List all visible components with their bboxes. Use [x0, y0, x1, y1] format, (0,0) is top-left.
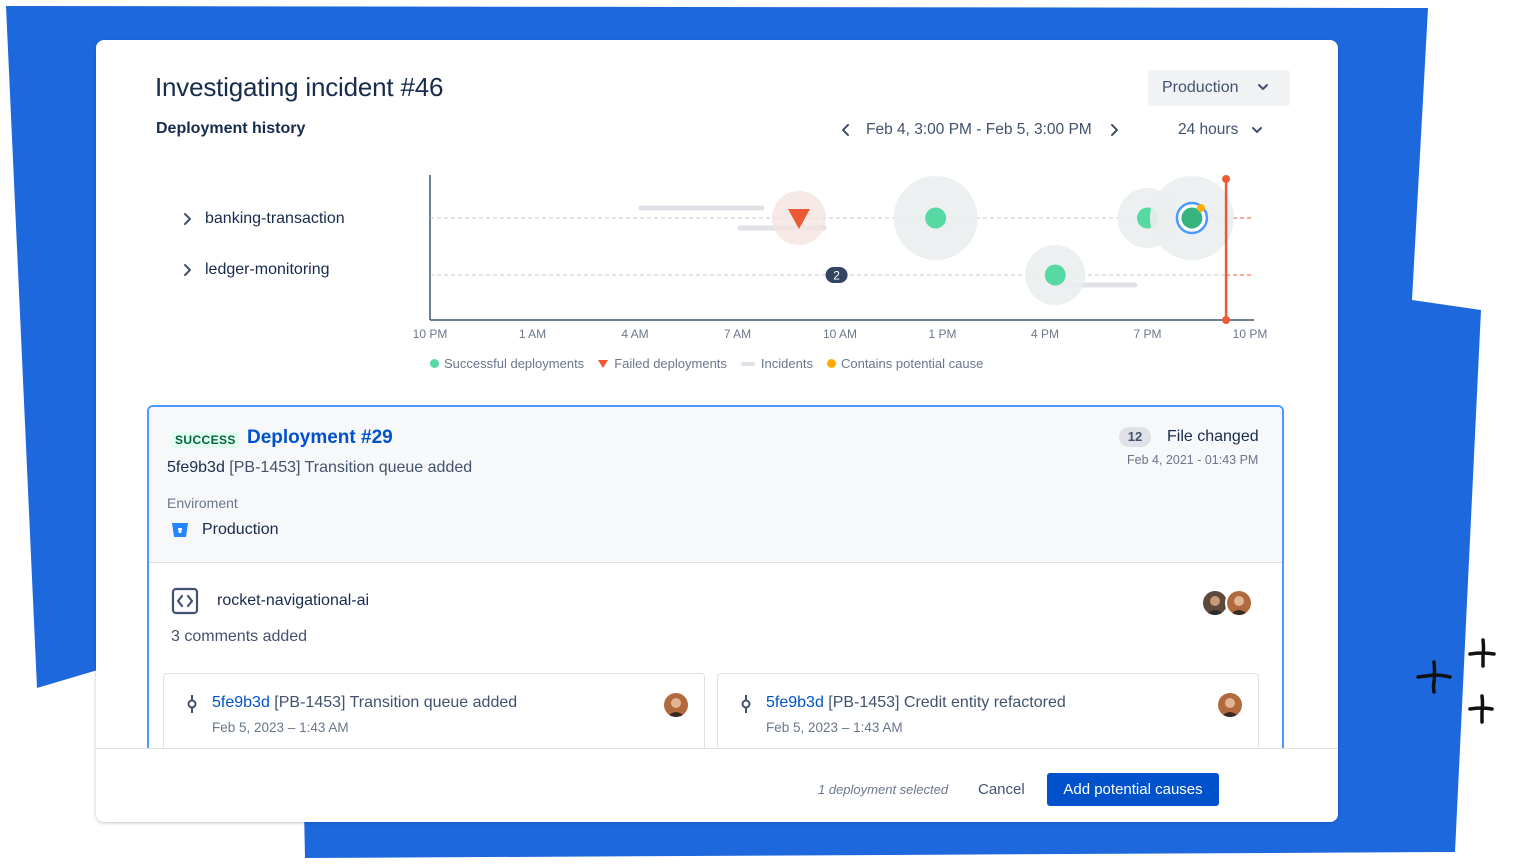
legend-item-successful: Successful deployments — [430, 356, 584, 371]
legend-label: Successful deployments — [444, 356, 585, 371]
incident-modal: Investigating incident #46 Deployment hi… — [96, 40, 1338, 822]
x-tick-label: 10 PM — [413, 327, 448, 341]
avatar-group[interactable] — [1201, 589, 1257, 617]
commit-hash-link[interactable]: 5fe9b3d — [212, 694, 270, 711]
service-row-ledger-monitoring[interactable]: ledger-monitoring — [180, 261, 330, 279]
now-marker-top — [1222, 175, 1231, 183]
add-potential-causes-button[interactable]: Add potential causes — [1047, 773, 1219, 806]
chevron-right-icon[interactable] — [1106, 122, 1122, 138]
modal-footer: 1 deployment selected Cancel Add potenti… — [96, 748, 1338, 822]
commit-message: [PB-1453] Transition queue added — [229, 459, 473, 476]
legend-item-incidents: Incidents — [740, 356, 813, 371]
green-dot-icon — [430, 359, 439, 368]
commit-title: 5fe9b3d [PB-1453] Credit entity refactor… — [766, 694, 1066, 712]
user-avatar-icon — [1218, 693, 1242, 717]
sparkle-icon — [1416, 638, 1496, 724]
legend-label: Incidents — [760, 356, 813, 371]
deployment-summary: SUCCESS Deployment #29 5fe9b3d [PB-1453]… — [149, 407, 1282, 563]
successful-deployment-point — [1044, 264, 1066, 286]
date-range-label: Feb 4, 3:00 PM - Feb 5, 3:00 PM — [866, 121, 1092, 138]
x-tick-label: 4 PM — [1031, 327, 1059, 341]
legend-item-potential-cause: Contains potential cause — [826, 356, 984, 371]
time-span-value: 24 hours — [1178, 121, 1239, 138]
section-title: Deployment history — [156, 120, 306, 137]
deployment-timeline-chart: 10 PM 1 AM 4 AM 7 AM 10 AM 1 PM 4 PM 7 PM 10 PM 2 — [413, 175, 1268, 341]
service-row-banking-transaction[interactable]: banking-transaction — [180, 210, 345, 228]
x-tick-label: 10 PM — [1233, 327, 1268, 341]
cancel-button[interactable]: Cancel — [968, 774, 1035, 806]
legend-label: Failed deployments — [614, 356, 727, 371]
incident-bar — [638, 205, 765, 211]
deployment-link[interactable]: Deployment #29 — [247, 427, 393, 449]
avatar[interactable] — [1225, 589, 1253, 617]
deployment-commit: 5fe9b3d [PB-1453] Transition queue added — [167, 459, 472, 477]
gray-bar-icon — [740, 361, 755, 366]
successful-deployment-point — [925, 207, 947, 229]
files-changed-date: Feb 4, 2021 - 01:43 PM — [1127, 453, 1259, 467]
commit-title: 5fe9b3d [PB-1453] Transition queue added — [212, 694, 517, 712]
x-tick-label: 7 AM — [724, 327, 751, 341]
status-badge: SUCCESS — [172, 432, 239, 448]
user-avatar-icon — [1203, 591, 1227, 615]
commit-date: Feb 5, 2023 – 1:43 AM — [766, 720, 903, 735]
red-triangle-icon — [598, 359, 609, 368]
environment-name: Production — [202, 521, 279, 538]
repository-row: rocket-navigational-ai — [171, 587, 369, 615]
page-title: Investigating incident #46 — [155, 72, 444, 102]
cluster-count: 2 — [833, 269, 840, 283]
repository-name: rocket-navigational-ai — [217, 592, 370, 609]
x-tick-label: 10 AM — [823, 327, 857, 341]
files-changed-label: File changed — [1167, 428, 1259, 445]
potential-cause-marker — [1196, 204, 1205, 212]
user-avatar-icon — [1227, 591, 1251, 615]
x-tick-label: 1 PM — [928, 327, 956, 341]
environment-value: Production — [171, 521, 279, 539]
service-label: ledger-monitoring — [205, 261, 330, 278]
files-changed-count: 12 — [1119, 427, 1151, 447]
commit-message: [PB-1453] Credit entity refactored — [828, 694, 1066, 711]
comments-count: 3 comments added — [171, 628, 308, 645]
x-tick-label: 7 PM — [1133, 327, 1161, 341]
now-marker-bottom — [1222, 316, 1231, 324]
x-tick-label: 1 AM — [519, 327, 546, 341]
git-commit-icon — [187, 695, 197, 713]
avatar[interactable] — [662, 691, 690, 719]
environment-dropdown-value: Production — [1162, 79, 1239, 96]
deployment-detail-panel: SUCCESS Deployment #29 5fe9b3d [PB-1453]… — [147, 405, 1284, 805]
git-commit-icon — [741, 695, 751, 713]
chevron-left-icon[interactable] — [838, 122, 854, 138]
legend-label: Contains potential cause — [840, 356, 984, 371]
commit-message: [PB-1453] Transition queue added — [274, 694, 518, 711]
commit-hash-link[interactable]: 5fe9b3d — [766, 694, 824, 711]
chart-legend: Successful deployments Failed deployment… — [430, 356, 997, 371]
environment-label: Enviroment — [167, 495, 238, 511]
environment-dropdown[interactable]: Production — [1148, 70, 1290, 106]
chevron-down-icon — [1258, 84, 1268, 90]
service-label: banking-transaction — [205, 210, 345, 227]
x-tick-label: 4 AM — [621, 327, 648, 341]
yellow-dot-icon — [826, 359, 836, 368]
time-span-select[interactable]: 24 hours — [1178, 120, 1264, 140]
selection-note: 1 deployment selected — [818, 782, 949, 797]
legend-item-failed: Failed deployments — [598, 356, 727, 371]
commit-hash: 5fe9b3d — [167, 459, 225, 476]
chevron-down-icon — [1252, 127, 1263, 133]
chevron-right-icon — [184, 213, 191, 225]
code-repository-icon — [171, 587, 199, 615]
environment-icon — [172, 523, 188, 537]
avatar[interactable] — [1216, 691, 1244, 719]
user-avatar-icon — [664, 693, 688, 717]
commit-date: Feb 5, 2023 – 1:43 AM — [212, 720, 349, 735]
date-range-nav: Feb 4, 3:00 PM - Feb 5, 3:00 PM — [838, 120, 1122, 140]
chevron-right-icon — [184, 264, 191, 276]
